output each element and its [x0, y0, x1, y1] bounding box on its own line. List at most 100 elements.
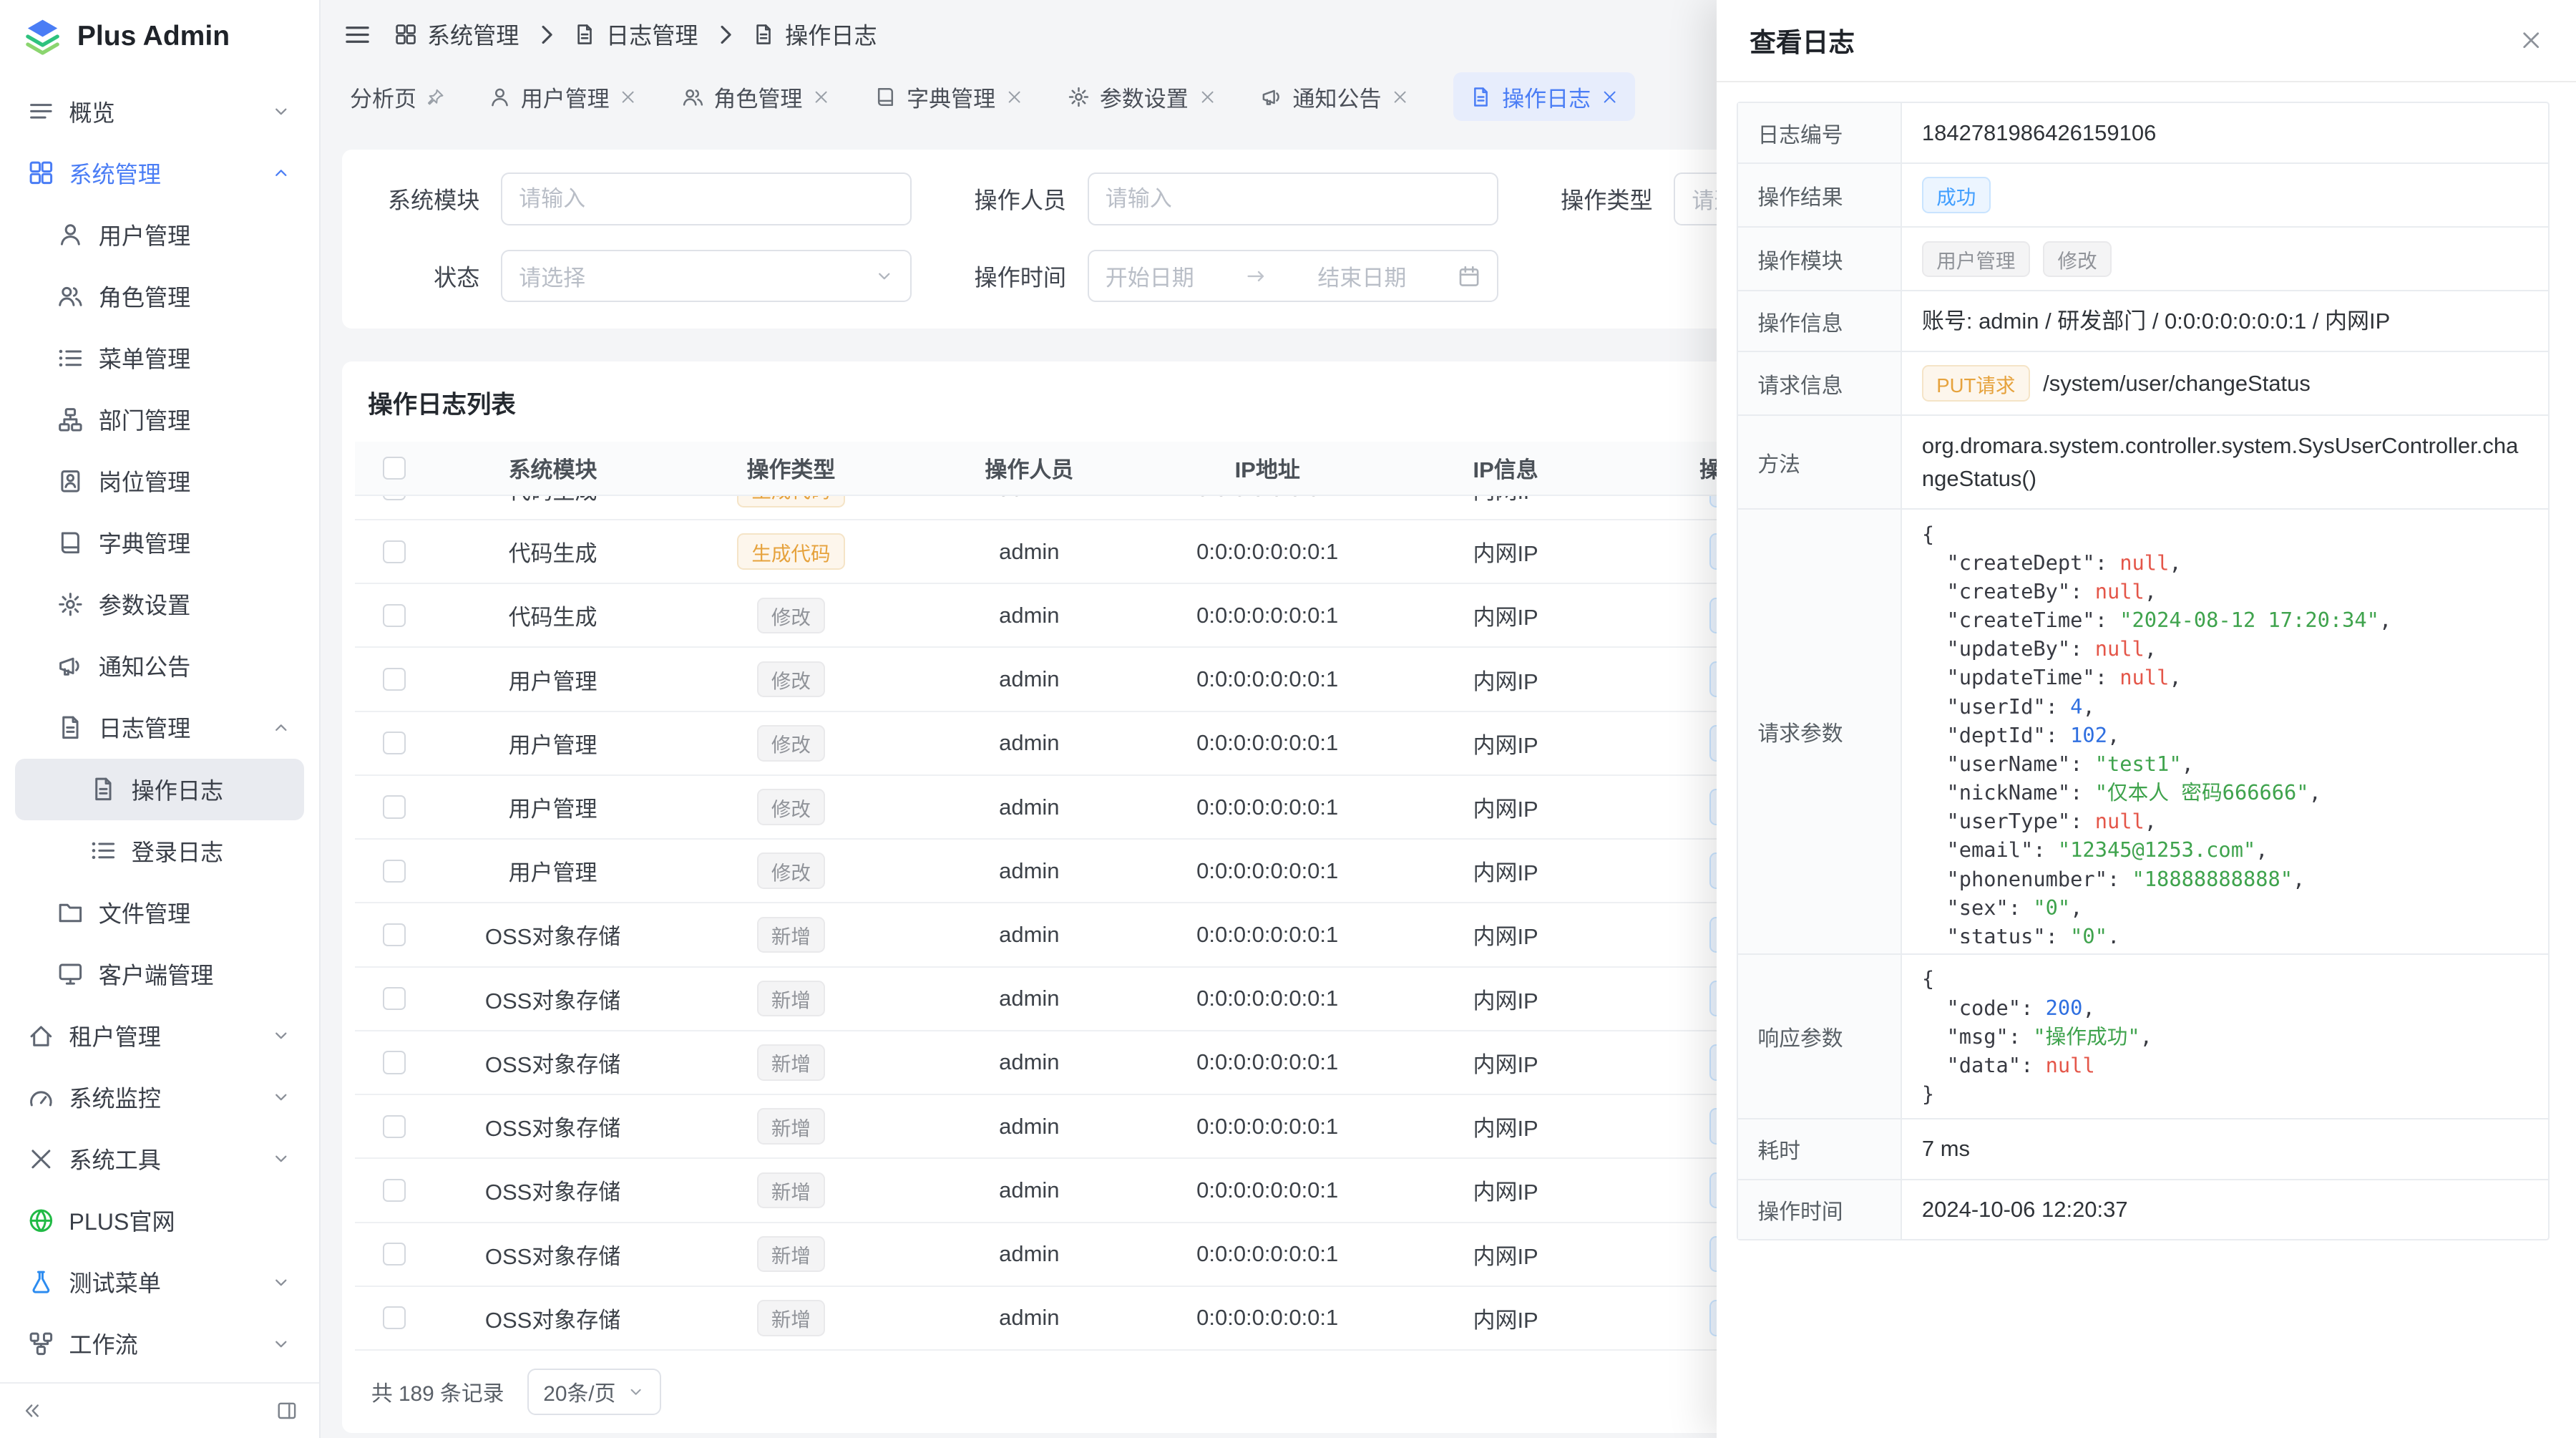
row-checkbox[interactable]: [383, 732, 406, 754]
close-icon[interactable]: [812, 88, 830, 106]
hamburger-button[interactable]: [343, 21, 371, 49]
tab-item[interactable]: 操作日志: [1453, 72, 1635, 121]
filter-input[interactable]: [519, 186, 894, 212]
close-icon[interactable]: [1391, 88, 1409, 106]
sidebar-item[interactable]: 登录日志: [15, 820, 304, 882]
close-icon[interactable]: [1199, 88, 1216, 106]
sidebar-item[interactable]: 角色管理: [15, 266, 304, 327]
cell-ip-info: 内网IP: [1473, 664, 1538, 696]
logo-icon: [23, 16, 62, 56]
cell-operator: admin: [999, 1177, 1059, 1203]
tab-item[interactable]: 角色管理: [682, 81, 831, 113]
chevron-down-icon: [271, 1273, 291, 1293]
filter-label: 操作类型: [1541, 183, 1652, 215]
detail-value: { "code": 200, "msg": "操作成功", "data": nu…: [1902, 955, 2548, 1118]
cell-module: 用户管理: [509, 727, 597, 759]
megaphone-icon: [1261, 86, 1283, 108]
tab-item[interactable]: 用户管理: [489, 81, 638, 113]
folder-icon: [57, 899, 84, 926]
select-all-checkbox[interactable]: [383, 457, 406, 480]
flask-icon: [28, 1269, 54, 1296]
drawer-close-button[interactable]: [2519, 28, 2543, 52]
row-checkbox[interactable]: [383, 1179, 406, 1202]
cell-operator: admin: [999, 1305, 1059, 1331]
row-checkbox[interactable]: [383, 668, 406, 691]
filter-text-input[interactable]: [501, 173, 912, 225]
sidebar-item-label: 部门管理: [99, 403, 291, 436]
request-params-code-block[interactable]: { "createDept": null, "createBy": null, …: [1922, 520, 2545, 943]
filter-text-input[interactable]: [1088, 173, 1498, 225]
tab-item[interactable]: 分析页: [350, 81, 444, 113]
breadcrumb-item[interactable]: 操作日志: [752, 18, 877, 51]
pin-icon[interactable]: [426, 88, 444, 106]
cell-operator: admin: [999, 922, 1059, 948]
close-icon[interactable]: [619, 88, 637, 106]
close-icon[interactable]: [1005, 88, 1023, 106]
row-checkbox[interactable]: [383, 1115, 406, 1138]
sidebar-item[interactable]: 工作流: [15, 1313, 304, 1374]
breadcrumb-item[interactable]: 系统管理: [394, 18, 519, 51]
tag-info: 新增: [757, 1236, 826, 1273]
column-header: 操作人员: [985, 452, 1073, 484]
layout-board-button[interactable]: [276, 1400, 298, 1422]
sidebar-item[interactable]: 岗位管理: [15, 450, 304, 512]
row-checkbox[interactable]: [383, 795, 406, 818]
date-range-picker[interactable]: 开始日期结束日期: [1088, 250, 1498, 302]
filter-select[interactable]: 请选择: [501, 250, 912, 302]
sidebar-item-label: 登录日志: [132, 835, 291, 868]
cell-operator: admin: [999, 603, 1059, 628]
filter-input[interactable]: [1106, 186, 1480, 212]
page-size-select[interactable]: 20条/页: [527, 1369, 662, 1414]
gear-icon: [57, 591, 84, 618]
tab-item[interactable]: 参数设置: [1068, 81, 1216, 113]
sidebar-item[interactable]: 系统监控: [15, 1067, 304, 1128]
sidebar-footer: [0, 1382, 319, 1438]
sidebar-item-label: 测试菜单: [69, 1265, 256, 1298]
row-checkbox[interactable]: [383, 1051, 406, 1074]
filter-label: 操作人员: [955, 183, 1066, 215]
row-checkbox[interactable]: [383, 540, 406, 563]
collapse-sidebar-button[interactable]: [21, 1400, 43, 1422]
sidebar-item[interactable]: 通知公告: [15, 635, 304, 696]
detail-row: 操作模块用户管理修改: [1738, 228, 2548, 291]
sidebar-item[interactable]: 租户管理: [15, 1005, 304, 1067]
sidebar-item[interactable]: 菜单管理: [15, 327, 304, 389]
sidebar-item[interactable]: 概览: [15, 80, 304, 142]
tab-item[interactable]: 通知公告: [1261, 81, 1410, 113]
sidebar-item[interactable]: 日志管理: [15, 696, 304, 758]
chevron-down-icon: [874, 266, 894, 286]
sidebar-item[interactable]: 字典管理: [15, 512, 304, 573]
response-params-code-block: { "code": 200, "msg": "操作成功", "data": nu…: [1922, 964, 2545, 1108]
tag-info: 新增: [757, 1300, 826, 1336]
filter-label: 操作时间: [955, 260, 1066, 293]
sidebar-item[interactable]: 系统工具: [15, 1128, 304, 1190]
sidebar-item[interactable]: PLUS官网: [15, 1190, 304, 1251]
sidebar-item[interactable]: 文件管理: [15, 882, 304, 943]
sidebar-item[interactable]: 参数设置: [15, 573, 304, 635]
tools-icon: [28, 1146, 54, 1172]
sidebar-item[interactable]: 部门管理: [15, 389, 304, 450]
row-checkbox[interactable]: [383, 987, 406, 1010]
sidebar-item[interactable]: 操作日志: [15, 759, 304, 820]
row-checkbox[interactable]: [383, 496, 406, 501]
sidebar-item-label: 菜单管理: [99, 341, 291, 374]
close-icon[interactable]: [1601, 88, 1619, 106]
row-checkbox[interactable]: [383, 1243, 406, 1265]
cell-ip-info: 内网IP: [1473, 918, 1538, 951]
app-grid-icon: [394, 23, 417, 46]
detail-label: 方法: [1738, 416, 1903, 508]
sidebar-item-label: 概览: [69, 95, 256, 128]
chevron-down-icon: [271, 1026, 291, 1046]
row-checkbox[interactable]: [383, 1306, 406, 1329]
sidebar-item-label: 文件管理: [99, 896, 291, 929]
sidebar-item[interactable]: 用户管理: [15, 204, 304, 266]
breadcrumb-item[interactable]: 日志管理: [573, 18, 698, 51]
row-checkbox[interactable]: [383, 860, 406, 883]
tab-item[interactable]: 字典管理: [874, 81, 1023, 113]
sidebar-item[interactable]: 系统管理: [15, 142, 304, 204]
row-checkbox[interactable]: [383, 923, 406, 946]
sidebar-item[interactable]: 客户端管理: [15, 943, 304, 1005]
sidebar-item[interactable]: 测试菜单: [15, 1251, 304, 1313]
row-checkbox[interactable]: [383, 604, 406, 627]
log-detail-table: 日志编号1842781986426159106操作结果成功操作模块用户管理修改操…: [1737, 102, 2550, 1240]
